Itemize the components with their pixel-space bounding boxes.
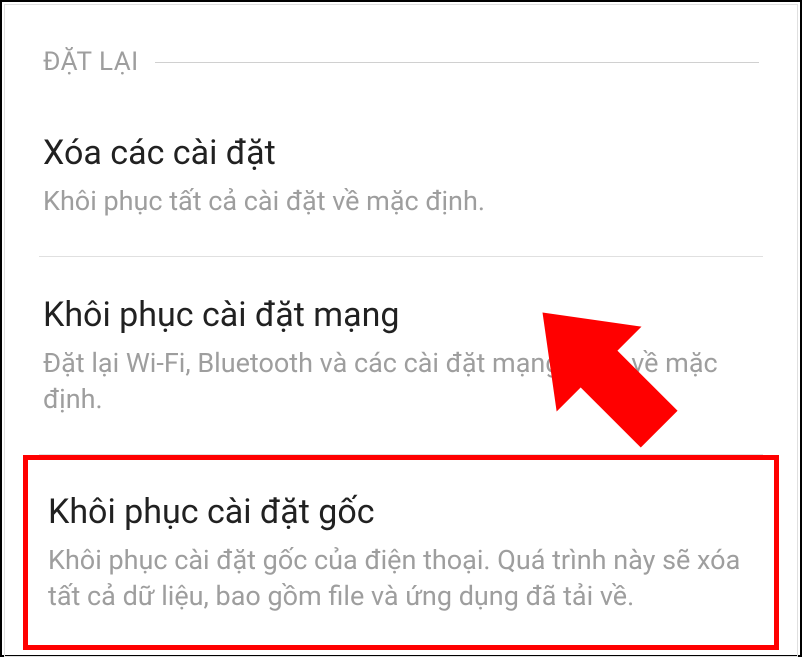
section-label: ĐẶT LẠI <box>43 47 139 77</box>
factory-reset-item[interactable]: Khôi phục cài đặt gốc Khôi phục cài đặt … <box>23 455 779 650</box>
item-title: Xóa các cài đặt <box>43 131 759 175</box>
section-header: ĐẶT LẠI <box>5 5 797 95</box>
pointer-arrow-icon <box>492 262 692 466</box>
settings-container: ĐẶT LẠI Xóa các cài đặt Khôi phục tất cả… <box>4 4 798 657</box>
item-title: Khôi phục cài đặt gốc <box>48 490 754 534</box>
item-description: Khôi phục tất cả cài đặt về mặc định. <box>43 183 759 219</box>
reset-settings-item[interactable]: Xóa các cài đặt Khôi phục tất cả cài đặt… <box>5 95 797 256</box>
item-description: Khôi phục cài đặt gốc của điện thoại. Qu… <box>48 542 754 615</box>
divider <box>155 62 759 63</box>
